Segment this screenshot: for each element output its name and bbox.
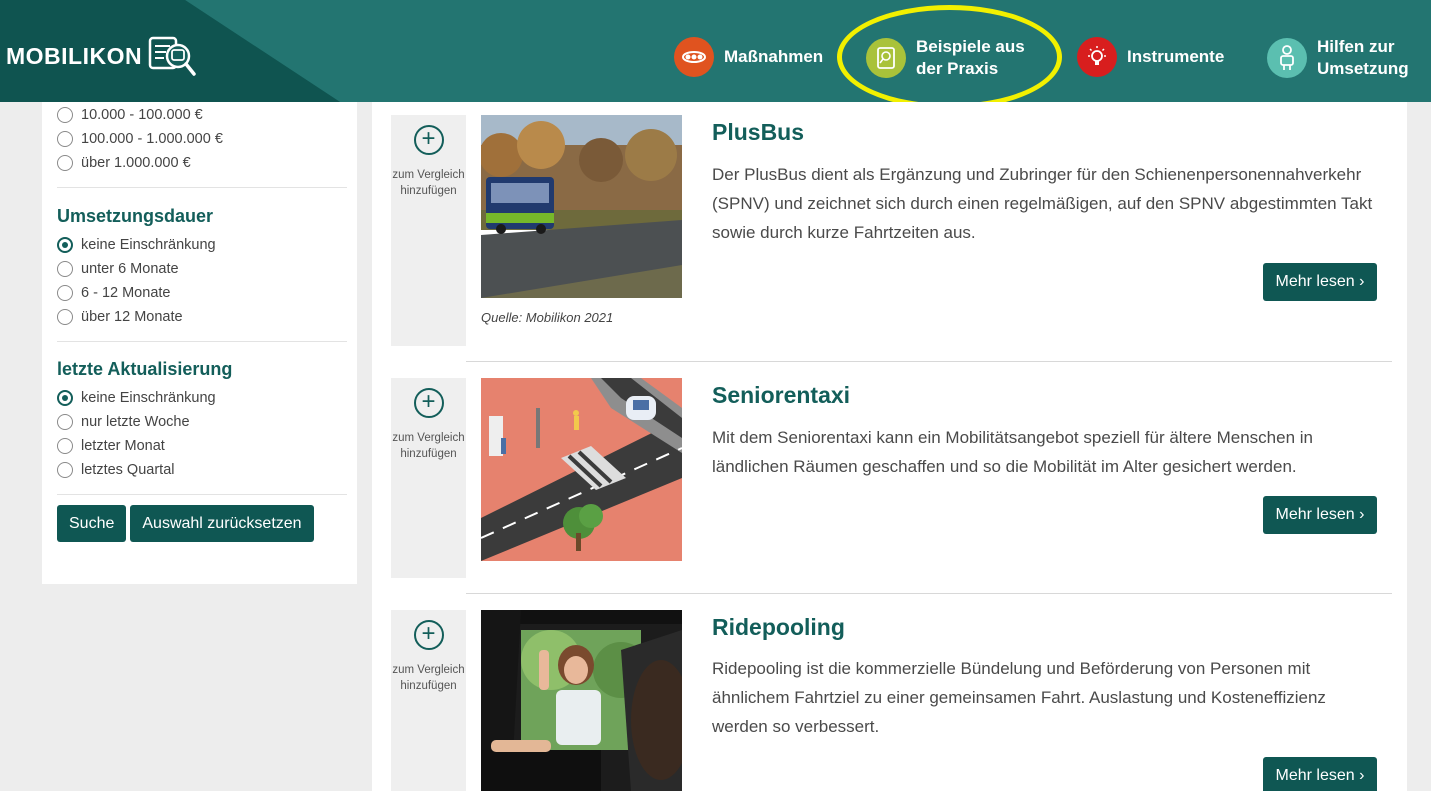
plus-circle-icon: + (413, 620, 444, 650)
search-button[interactable]: Suche (57, 505, 127, 542)
nav-label-line1: Hilfen zur (1317, 37, 1395, 56)
nav-instrumente[interactable]: Instrumente (1077, 37, 1224, 77)
radio-button[interactable] (57, 237, 73, 253)
measures-icon (674, 37, 714, 77)
entry-description: Ridepooling ist die kommerzielle Bündelu… (712, 659, 1326, 736)
radio-button[interactable] (57, 390, 73, 406)
filter-actions: Suche Auswahl zurücksetzen (57, 495, 357, 542)
radio-button[interactable] (57, 107, 73, 123)
duration-option[interactable]: 6 - 12 Monate (57, 281, 357, 305)
radio-button[interactable] (57, 261, 73, 277)
radio-button[interactable] (57, 462, 73, 478)
cost-filter-options: 10.000 - 100.000 € 100.000 - 1.000.000 €… (57, 102, 357, 175)
cost-option[interactable]: 10.000 - 100.000 € (57, 103, 357, 127)
cost-option[interactable]: 100.000 - 1.000.000 € (57, 127, 357, 151)
add-to-compare-button[interactable]: + zum Vergleich hinzufügen (391, 378, 466, 578)
add-to-compare-button[interactable]: + zum Vergleich hinzufügen (391, 115, 466, 346)
radio-button[interactable] (57, 309, 73, 325)
duration-option[interactable]: unter 6 Monate (57, 257, 357, 281)
nav-label: Maßnahmen (724, 47, 824, 66)
site-logo[interactable]: MOBILIKON (6, 32, 198, 80)
duration-filter-title: Umsetzungsdauer (57, 206, 214, 226)
read-more-button[interactable]: Mehr lesen › (1263, 757, 1377, 791)
reset-selection-button[interactable]: Auswahl zurücksetzen (130, 505, 314, 542)
update-option[interactable]: nur letzte Woche (57, 410, 357, 434)
logo-text: MOBILIKON (6, 42, 143, 69)
cost-option[interactable]: über 1.000.000 € (57, 151, 357, 175)
update-filter-title: letzte Aktualisierung (57, 359, 233, 379)
radio-button[interactable] (57, 438, 73, 454)
nav-hilfen-zur-umsetzung[interactable]: Hilfen zur Umsetzung (1267, 36, 1409, 80)
plus-circle-icon: + (413, 388, 444, 418)
update-option[interactable]: letztes Quartal (57, 458, 357, 482)
nav-beispiele-aus-der-praxis[interactable]: Beispiele aus der Praxis (866, 36, 1025, 80)
filter-sidebar: 10.000 - 100.000 € 100.000 - 1.000.000 €… (42, 102, 357, 584)
seniorentaxi-image[interactable] (481, 378, 682, 561)
nav-label-line1: Beispiele aus (916, 37, 1025, 56)
compare-label: zum Vergleich hinzufügen (392, 664, 465, 692)
radio-button[interactable] (57, 131, 73, 147)
duration-option[interactable]: keine Einschränkung (57, 233, 357, 257)
nav-label-line2: der Praxis (916, 59, 999, 78)
entry-title[interactable]: Ridepooling (712, 614, 845, 641)
add-to-compare-button[interactable]: + zum Vergleich hinzufügen (391, 610, 466, 791)
entry-title[interactable]: PlusBus (712, 119, 804, 146)
document-search-icon (866, 38, 906, 78)
site-header: MOBILIKON Maßnahmen Beispiele aus der Pr… (0, 0, 1431, 102)
radio-button[interactable] (57, 414, 73, 430)
compare-label: zum Vergleich hinzufügen (392, 432, 465, 460)
person-icon (1267, 38, 1307, 78)
nav-massnahmen[interactable]: Maßnahmen (674, 37, 823, 77)
plus-circle-icon: + (413, 125, 444, 155)
ridepooling-image[interactable] (481, 610, 682, 791)
divider (466, 593, 1392, 594)
entry-description: Mit dem Seniorentaxi kann ein Mobilitäts… (712, 428, 1313, 476)
nav-label-line2: Umsetzung (1317, 59, 1409, 78)
radio-button[interactable] (57, 155, 73, 171)
nav-label: Instrumente (1127, 47, 1225, 66)
image-caption: Quelle: Mobilikon 2021 (481, 310, 614, 325)
duration-option[interactable]: über 12 Monate (57, 305, 357, 329)
read-more-button[interactable]: Mehr lesen › (1263, 263, 1377, 301)
lightbulb-icon (1077, 37, 1117, 77)
logo-search-bus-icon (148, 36, 196, 76)
results-list: + zum Vergleich hinzufügen Quelle: Mobil… (372, 102, 1407, 791)
plusbus-image[interactable] (481, 115, 682, 298)
update-option[interactable]: letzter Monat (57, 434, 357, 458)
read-more-button[interactable]: Mehr lesen › (1263, 496, 1377, 534)
entry-title[interactable]: Seniorentaxi (712, 382, 850, 409)
compare-label: zum Vergleich hinzufügen (392, 169, 465, 197)
entry-description: Der PlusBus dient als Ergänzung und Zubr… (712, 165, 1373, 242)
update-filter: letzte Aktualisierung keine Einschränkun… (57, 342, 357, 482)
divider (466, 361, 1392, 362)
duration-filter: Umsetzungsdauer keine Einschränkung unte… (57, 188, 357, 329)
radio-button[interactable] (57, 285, 73, 301)
update-option[interactable]: keine Einschränkung (57, 386, 357, 410)
